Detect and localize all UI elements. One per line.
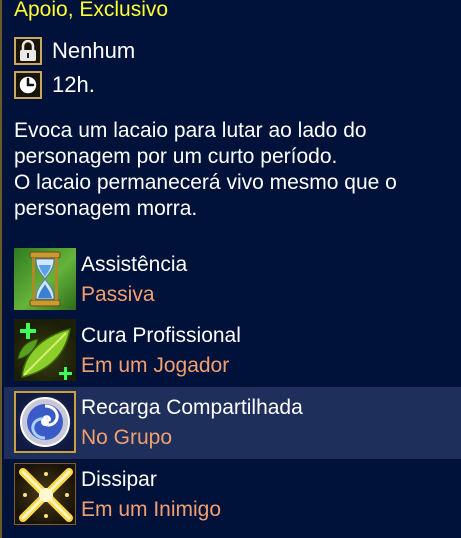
duration-text: 12h. <box>52 72 95 97</box>
skill-name: Cura Profissional <box>81 324 241 347</box>
skill-name: Dissipar <box>81 468 157 491</box>
skill-name: Recarga Compartilhada <box>81 396 303 419</box>
skill-name: Assistência <box>81 253 188 276</box>
skill-target: Passiva <box>81 283 155 306</box>
requirement-row: Nenhum <box>14 36 135 66</box>
duration-row: 12h. <box>14 70 95 100</box>
skill-row-dissipar[interactable]: Dissipar Em um Inimigo <box>4 459 461 531</box>
cross-burst-icon <box>14 463 76 525</box>
description-line: personagem por um curto período. <box>14 145 338 168</box>
skill-target: Em um Inimigo <box>81 498 222 521</box>
skill-row-assistencia[interactable]: Assistência Passiva <box>4 244 461 316</box>
lock-icon <box>14 37 42 65</box>
skill-row-recarga-compartilhada[interactable]: Recarga Compartilhada No Grupo <box>4 387 461 459</box>
skill-target: Em um Jogador <box>81 354 230 377</box>
leaf-heal-icon <box>14 319 76 381</box>
requirement-text: Nenhum <box>52 38 136 63</box>
description: Evoca um lacaio para lutar ao lado do pe… <box>14 118 454 222</box>
clock-icon <box>14 71 42 99</box>
swirl-orb-icon <box>14 391 76 453</box>
skill-tooltip: Apoio, Exclusivo Nenhum 12h. Evoca um la… <box>0 0 461 538</box>
skill-target: No Grupo <box>81 426 173 449</box>
description-line: personagem morra. <box>14 197 198 220</box>
tooltip-title: Apoio, Exclusivo <box>14 0 169 21</box>
hourglass-icon <box>14 248 76 310</box>
description-line: Evoca um lacaio para lutar ao lado do <box>14 119 367 142</box>
skill-row-cura-profissional[interactable]: Cura Profissional Em um Jogador <box>4 315 461 387</box>
description-line: O lacaio permanecerá vivo mesmo que o <box>14 171 397 194</box>
